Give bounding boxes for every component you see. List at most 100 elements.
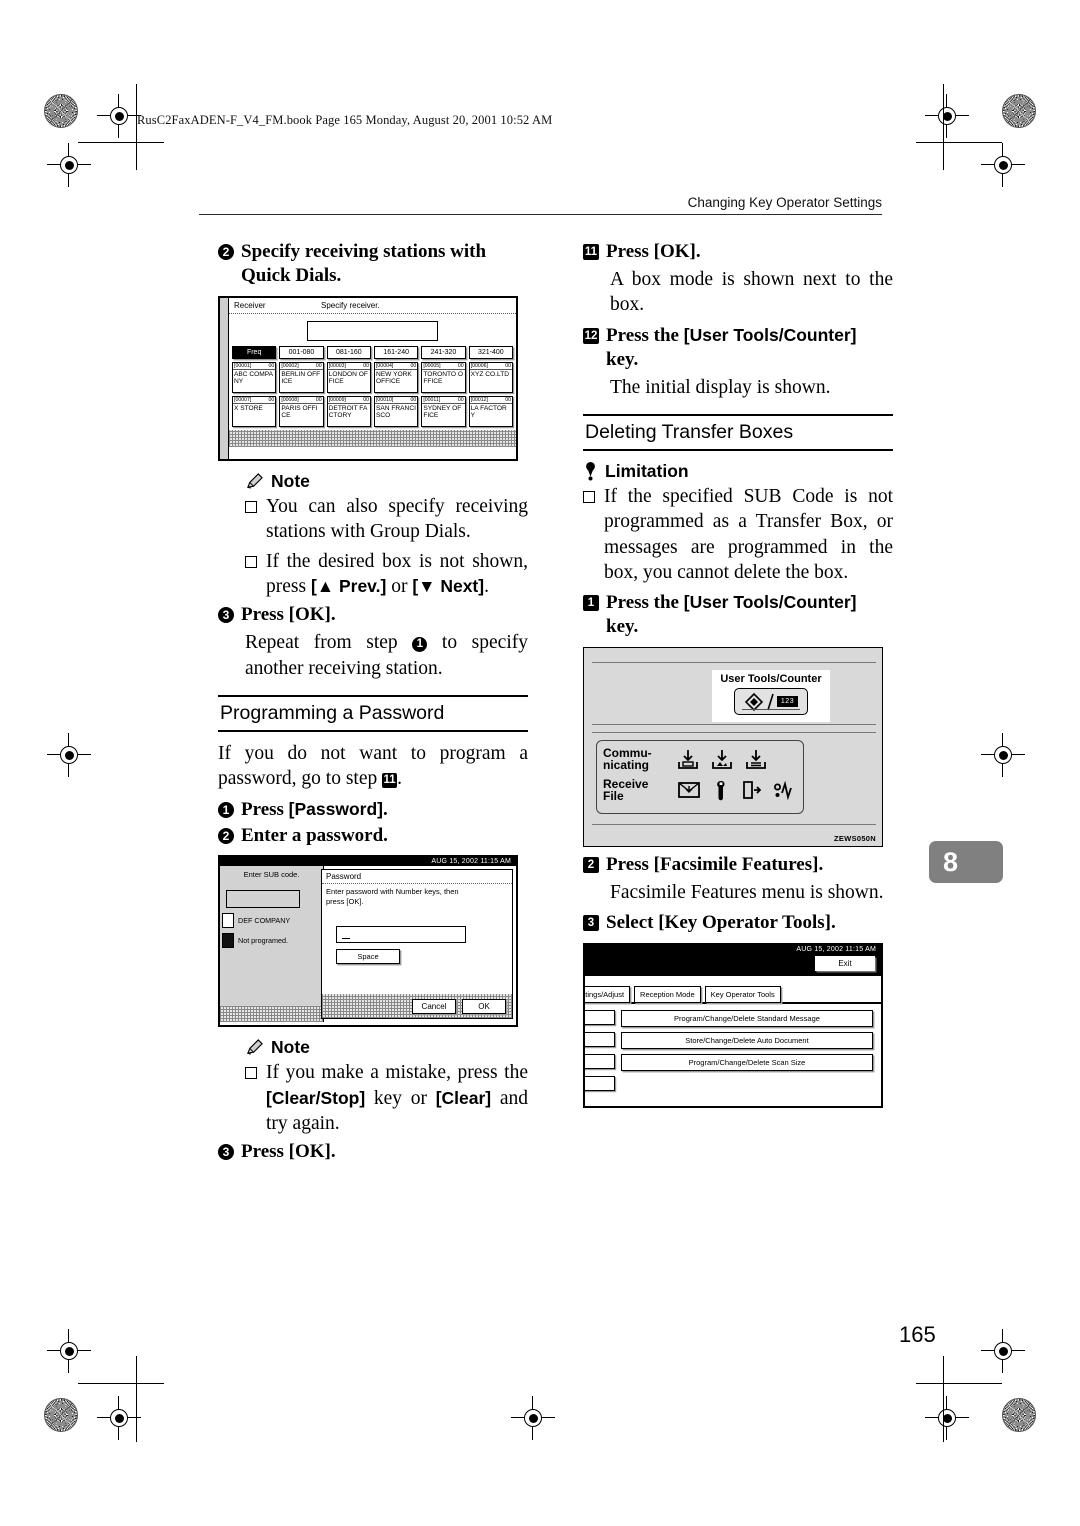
tab-001-080[interactable]: 001-080 (279, 345, 324, 359)
tab-key-operator-tools[interactable]: Key Operator Tools (704, 986, 781, 1004)
user-tools-counter-key[interactable]: User Tools/Counter 123 (712, 670, 830, 723)
entry-badge: 00 (363, 396, 369, 403)
quick-dial-entry[interactable]: [00011] 00 SYDNEY OFFICE (421, 395, 466, 427)
side-button[interactable] (585, 1009, 615, 1025)
entry-badge: 00 (505, 362, 511, 369)
entry-id: [00011] (423, 396, 441, 403)
keyop-menu-list: Program/Change/Delete Standard Message S… (615, 1009, 881, 1098)
square-bullet-icon (245, 1067, 257, 1080)
receiver-input-field[interactable] (307, 320, 438, 341)
entry-badge: 00 (315, 396, 322, 403)
step-number-badge: 1 (218, 801, 234, 818)
tab-081-160[interactable]: 081-160 (326, 345, 371, 359)
box-entry-row[interactable]: DEF COMPANY (220, 908, 323, 929)
step-3-press-ok-password: 3 Press [OK]. (218, 1140, 528, 1164)
limitation-label: Limitation (605, 460, 689, 481)
figure-password-screen: AUG 15, 2002 11:15 AM Enter SUB code. DE… (218, 855, 528, 1028)
entry-badge: 00 (410, 396, 417, 403)
step-12-press-user-tools: 12 Press the [User Tools/Counter] key. (583, 324, 893, 372)
quick-dial-entry[interactable]: [00002] 00 BERLIN OFFICE (279, 361, 324, 393)
bullet-text-part: or (386, 575, 413, 597)
quick-dial-entry[interactable]: [00006] 00 XYZ CO.LTD (468, 361, 513, 393)
tab-reception-mode[interactable]: Reception Mode (634, 986, 701, 1004)
step-number-badge: 3 (218, 607, 234, 624)
quick-dial-entry[interactable]: [00010] 00 SAN FRANCISCO (373, 395, 419, 427)
quick-dial-entry[interactable]: [00007] 00 X STORE (232, 395, 277, 427)
bullet-text-part: . (484, 575, 489, 597)
step-11-press-ok: 11 Press [OK]. (583, 240, 893, 264)
step-1-press-user-tools: 1 Press the [User Tools/Counter] key. (583, 591, 893, 639)
quick-dial-entry[interactable]: [00004] 00 NEW YORK OFFICE (373, 361, 419, 393)
note-bullet: If you make a mistake, press the [Clear/… (245, 1060, 528, 1136)
box-entry-row[interactable]: Not programed. (220, 928, 323, 949)
entry-badge: 00 (363, 362, 369, 369)
quick-dial-entry[interactable]: [00009] 00 DETROIT FACTORY (326, 395, 371, 427)
quick-dial-entry[interactable]: [00003] 00 LONDON OFFICE (326, 361, 371, 393)
pencil-icon (246, 473, 263, 489)
registration-target-bottom-right (925, 1396, 969, 1440)
text-cursor (342, 937, 350, 940)
password-screen-body: Enter SUB code. DEF COMPANY Not programe… (220, 866, 516, 1023)
password-input[interactable] (336, 926, 466, 944)
user-tools-button-face[interactable]: 123 (734, 688, 808, 716)
menu-item-standard-message[interactable]: Program/Change/Delete Standard Message (621, 1009, 873, 1027)
key-clear-stop: [Clear/Stop] (266, 1087, 366, 1108)
dialog-instruction: Enter password with Number keys, then pr… (322, 884, 512, 906)
figure-code: ZEWS050N (834, 834, 876, 844)
lcd-receiver: Receiver Specify receiver. Freq 001-080 … (218, 295, 518, 461)
tab-freq[interactable]: Freq (232, 345, 277, 359)
menu-item-auto-document[interactable]: Store/Change/Delete Auto Document (621, 1031, 873, 1049)
body-part: . (397, 768, 402, 790)
side-button[interactable] (585, 1031, 615, 1047)
lcd-status-strip (229, 429, 516, 447)
note-bullet: You can also specify receiving stations … (245, 494, 528, 545)
tab-161-240[interactable]: 161-240 (373, 345, 419, 359)
sub-code-field[interactable] (226, 890, 300, 909)
keyop-side-buttons (585, 1009, 615, 1098)
note-heading-1: Note (245, 471, 528, 492)
space-button[interactable]: Space (336, 949, 400, 965)
step-2-enter-password: 2 Enter a password. (218, 824, 528, 848)
exit-button[interactable]: Exit (815, 956, 875, 972)
ok-button[interactable]: OK (462, 998, 506, 1014)
menu-item-scan-size[interactable]: Program/Change/Delete Scan Size (621, 1053, 873, 1071)
running-head-rule (199, 214, 882, 216)
wrench-icon (717, 780, 725, 801)
step-part: key. (606, 616, 639, 638)
step-text: Press [OK]. (241, 604, 336, 626)
side-button[interactable] (585, 1053, 615, 1069)
quick-dial-entry[interactable]: [00012] 00 LA FACTORY (468, 395, 513, 427)
label-line-2: File (603, 788, 624, 803)
inline-step-number: 1 (412, 637, 428, 653)
right-column: 11 Press [OK]. A box mode is shown next … (583, 240, 893, 1112)
step-text: Select [Key Operator Tools]. (606, 912, 836, 934)
quick-dial-entry[interactable]: [00001] 00 ABC COMPANY (232, 361, 277, 393)
lcd-key-operator-tools: AUG 15, 2002 11:15 AM Exit ettings/Adjus… (583, 943, 883, 1109)
tab-settings-adjust[interactable]: ettings/Adjust (585, 986, 631, 1004)
password-dialog: Password Enter password with Number keys… (321, 869, 513, 1020)
step-12-body: The initial display is shown. (610, 376, 831, 398)
panel-divider (592, 724, 876, 726)
side-button[interactable] (585, 1075, 615, 1091)
note-label: Note (271, 1037, 310, 1058)
receive-file-label: Receive File (603, 777, 665, 803)
registration-target-left-middle (47, 733, 91, 777)
tab-321-400[interactable]: 321-400 (468, 345, 513, 359)
step-part: . (383, 798, 388, 820)
control-panel-illustration: User Tools/Counter 123 Commu- nicating R… (583, 647, 883, 848)
entry-name: SAN FRANCISCO (375, 404, 416, 419)
step-part: Press (241, 798, 289, 820)
panel-divider (592, 824, 876, 826)
bullet-text-part: If you make a mistake, press the (266, 1062, 528, 1084)
step-number-badge: 3 (583, 915, 599, 932)
registration-target-bottom-center (511, 1396, 555, 1440)
cancel-button[interactable]: Cancel (412, 998, 456, 1014)
label-line-2: nicating (603, 758, 650, 773)
step-number-badge: 1 (583, 595, 599, 612)
receiver-header: Receiver Specify receiver. (229, 298, 516, 314)
quick-dial-entry[interactable]: [00008] 00 PARIS OFFICE (279, 395, 324, 427)
indicator-panel: Commu- nicating Receive File (596, 740, 804, 815)
quick-dial-entry[interactable]: [00005] 00 TORONTO OFFICE (421, 361, 466, 393)
tab-241-320[interactable]: 241-320 (421, 345, 466, 359)
counter-123-icon: 123 (776, 696, 799, 708)
